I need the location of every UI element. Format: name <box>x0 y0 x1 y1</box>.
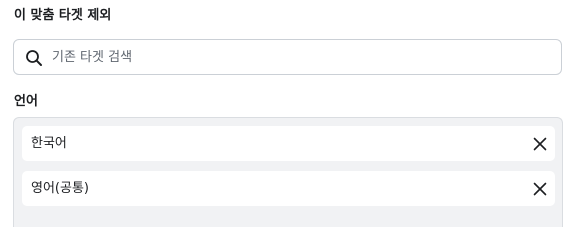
audience-search-input[interactable] <box>52 40 552 74</box>
close-icon[interactable] <box>529 178 551 200</box>
language-chip-english: 영어(공통) <box>22 171 555 206</box>
language-chip-korean: 한국어 <box>22 126 555 161</box>
language-list: 한국어 영어(공통) <box>13 117 563 227</box>
language-label: 언어 <box>14 94 38 109</box>
language-chip-label: 영어(공통) <box>31 181 89 196</box>
close-icon[interactable] <box>529 133 551 155</box>
exclude-audience-title: 이 맞춤 타겟 제외 <box>14 8 112 23</box>
language-chip-label: 한국어 <box>31 136 67 151</box>
audience-search-box[interactable] <box>13 39 562 75</box>
search-icon <box>25 49 43 67</box>
